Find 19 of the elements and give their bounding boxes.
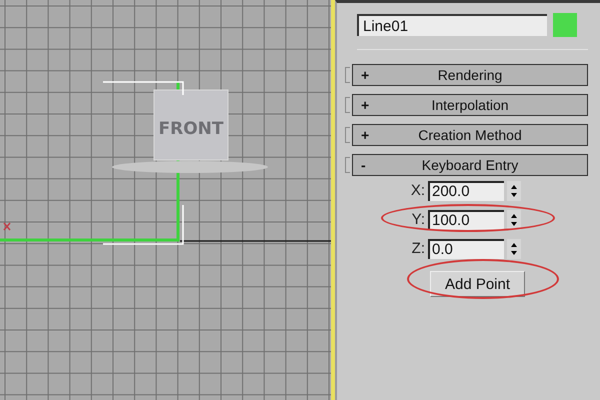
spinner-icon[interactable] [507,180,521,200]
viewcube[interactable] [112,90,268,173]
coordinate-field[interactable]: 100.0 [428,210,504,230]
name-field[interactable]: Line01 [357,14,547,36]
coordinate-field[interactable]: 200.0 [428,180,504,200]
coordinate-label: Y: [410,211,425,228]
rollout-header[interactable]: + Rendering [352,64,588,86]
coordinate-label: X: [410,182,425,199]
viewcube-label: FRONT [158,119,224,139]
rollout-header[interactable]: + Interpolation [352,94,588,116]
rollout-header[interactable]: + Creation Method [352,124,588,146]
color-swatch[interactable] [553,13,577,37]
spinner-icon[interactable] [507,238,521,258]
add-point-button[interactable]: Add Point [430,271,525,297]
rollout-header[interactable]: - Keyboard Entry [352,154,588,176]
coordinate-label: Z: [410,240,425,257]
coordinate-field[interactable]: 0.0 [428,238,504,258]
pivot-icon [3,222,11,231]
spinner-icon[interactable] [507,210,521,230]
